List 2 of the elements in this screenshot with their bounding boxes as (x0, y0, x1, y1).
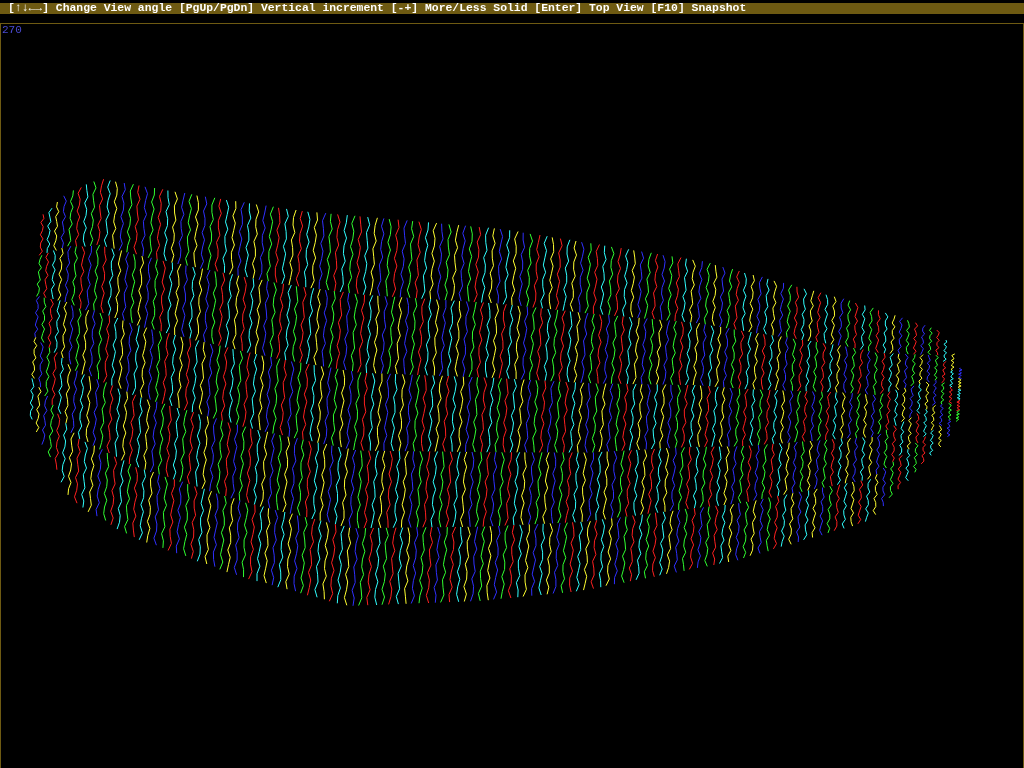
angle-readout: 270 (2, 25, 22, 36)
help-text: [↑↓←→] Change View angle [PgUp/PgDn] Vertical increment [-+] More/Less Solid [Enter] Top View [F10] Snapshot (8, 3, 747, 14)
